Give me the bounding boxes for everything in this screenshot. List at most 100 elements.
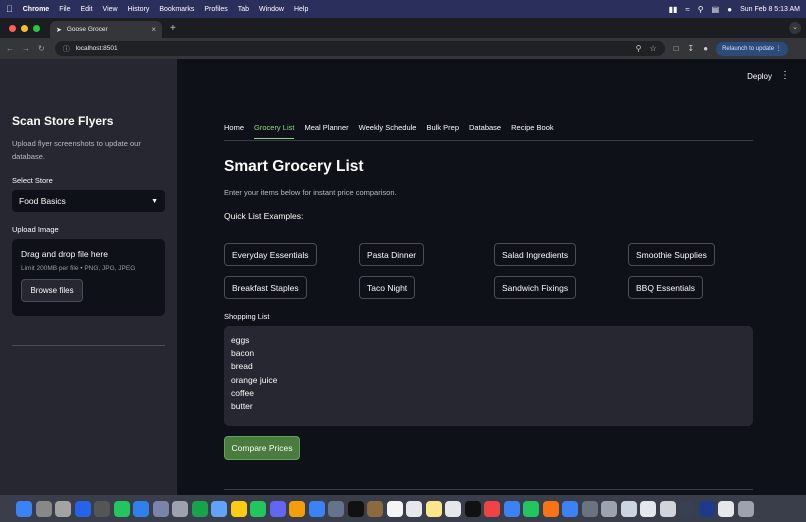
- quick-salad-ingredients-button[interactable]: Salad Ingredients: [494, 243, 577, 266]
- launchpad-icon[interactable]: [35, 500, 52, 517]
- relaunch-button[interactable]: Relaunch to update ⋮: [716, 41, 788, 56]
- excel-icon[interactable]: [191, 500, 208, 517]
- menu-window[interactable]: Window: [259, 6, 284, 13]
- app-grid-icon[interactable]: [55, 500, 71, 517]
- menu-tab[interactable]: Tab: [238, 6, 249, 13]
- tab-bar-divider: [224, 140, 753, 141]
- messages-icon[interactable]: [250, 500, 266, 517]
- chevron-down-icon[interactable]: ▼: [151, 198, 158, 205]
- extensions-icon[interactable]: □: [674, 44, 679, 53]
- minimize-window-button[interactable]: [21, 25, 28, 32]
- new-tab-icon[interactable]: +: [170, 23, 176, 34]
- address-bar[interactable]: ⓘ localhost:8501 ⚲ ☆: [54, 41, 665, 56]
- textedit-icon[interactable]: [445, 500, 461, 517]
- tab-search-chevron-icon[interactable]: ⌄: [789, 22, 801, 34]
- compare-prices-button[interactable]: Compare Prices: [224, 436, 300, 460]
- download-icon[interactable]: ↧: [688, 44, 695, 53]
- app-store-2-icon[interactable]: [562, 500, 578, 517]
- url-text[interactable]: localhost:8501: [76, 45, 118, 52]
- xcode-icon[interactable]: [152, 500, 169, 517]
- window-icon[interactable]: [698, 500, 715, 517]
- safari-icon[interactable]: [211, 500, 227, 517]
- mail-icon[interactable]: [308, 500, 325, 517]
- tab-bar: Home Grocery List Meal Planner Weekly Sc…: [224, 123, 564, 139]
- system-settings-icon[interactable]: [581, 500, 598, 517]
- news-icon[interactable]: [484, 500, 500, 517]
- tab-database[interactable]: Database: [469, 123, 501, 139]
- deploy-button[interactable]: Deploy: [747, 72, 772, 81]
- notes-icon[interactable]: [425, 500, 442, 517]
- quick-breakfast-staples-button[interactable]: Breakfast Staples: [224, 276, 307, 299]
- downloads-stack-icon[interactable]: [620, 500, 637, 517]
- main-menu-icon[interactable]: ⋮: [780, 70, 790, 81]
- site-info-icon[interactable]: ⓘ: [63, 44, 70, 54]
- apple-icon[interactable]: : [6, 4, 13, 14]
- desktop-stack-icon[interactable]: [679, 500, 695, 517]
- pycharm-icon[interactable]: [113, 500, 130, 517]
- menu-edit[interactable]: Edit: [80, 6, 92, 13]
- wifi-icon[interactable]: ≈: [685, 5, 689, 14]
- tab-home[interactable]: Home: [224, 123, 244, 139]
- control-center-icon[interactable]: ▤: [712, 5, 720, 14]
- menu-help[interactable]: Help: [294, 6, 308, 13]
- forward-icon[interactable]: →: [22, 44, 30, 53]
- zoom-window-button[interactable]: [33, 25, 40, 32]
- keynote-icon[interactable]: [503, 500, 520, 517]
- quick-sandwich-fixings-button[interactable]: Sandwich Fixings: [494, 276, 577, 299]
- profile-avatar-icon[interactable]: ●: [703, 44, 708, 53]
- tab-recipe-book[interactable]: Recipe Book: [511, 123, 554, 139]
- folder-icon[interactable]: [718, 500, 734, 517]
- close-tab-icon[interactable]: ×: [151, 25, 156, 34]
- discord-icon[interactable]: [269, 500, 286, 517]
- browser-tab[interactable]: ➤ Goose Grocer ×: [50, 21, 162, 38]
- menu-bookmarks[interactable]: Bookmarks: [159, 6, 194, 13]
- documents-stack-icon[interactable]: [640, 500, 656, 517]
- tab-weekly-schedule[interactable]: Weekly Schedule: [359, 123, 417, 139]
- clock[interactable]: Sun Feb 8 5:13 AM: [740, 6, 800, 13]
- quick-smoothie-supplies-button[interactable]: Smoothie Supplies: [628, 243, 715, 266]
- quick-bbq-essentials-button[interactable]: BBQ Essentials: [628, 276, 704, 299]
- tab-meal-planner[interactable]: Meal Planner: [304, 123, 348, 139]
- tab-grocery-list[interactable]: Grocery List: [254, 123, 295, 139]
- menu-history[interactable]: History: [128, 6, 150, 13]
- quick-taco-night-button[interactable]: Taco Night: [359, 276, 416, 299]
- finder-icon[interactable]: [16, 500, 32, 517]
- trash-icon[interactable]: [737, 500, 754, 517]
- reminders-icon[interactable]: [406, 500, 422, 517]
- pages-icon[interactable]: [542, 500, 559, 517]
- battery-icon[interactable]: ▮▮: [669, 5, 678, 14]
- menu-app-name[interactable]: Chrome: [23, 6, 49, 13]
- reload-icon[interactable]: ↻: [38, 44, 45, 53]
- notes-app-icon[interactable]: [367, 500, 383, 517]
- back-icon[interactable]: ←: [6, 44, 14, 53]
- menu-view[interactable]: View: [103, 6, 118, 13]
- preview-icon[interactable]: [172, 500, 188, 517]
- browse-files-button[interactable]: Browse files: [21, 279, 83, 302]
- menu-file[interactable]: File: [59, 6, 70, 13]
- store-select-value[interactable]: Food Basics: [19, 196, 66, 206]
- vim-icon[interactable]: [94, 500, 110, 517]
- zoom-app-icon[interactable]: [328, 500, 344, 517]
- close-window-button[interactable]: [9, 25, 16, 32]
- bookmark-star-icon[interactable]: ☆: [650, 44, 657, 53]
- zoom-icon[interactable]: ⚲: [636, 44, 642, 53]
- chrome-icon[interactable]: [230, 500, 247, 517]
- shopping-list-textarea[interactable]: eggs bacon bread orange juice coffee but…: [224, 326, 753, 426]
- screenshots-stack-icon[interactable]: [659, 500, 676, 517]
- app-store-icon[interactable]: [74, 500, 91, 517]
- calendar-icon[interactable]: [386, 500, 403, 517]
- quick-pasta-dinner-button[interactable]: Pasta Dinner: [359, 243, 425, 266]
- tab-bulk-prep[interactable]: Bulk Prep: [426, 123, 459, 139]
- vscode-icon[interactable]: [133, 500, 149, 517]
- menu-profiles[interactable]: Profiles: [204, 6, 227, 13]
- utility-icon[interactable]: [601, 500, 617, 517]
- user-icon[interactable]: ●: [727, 5, 732, 14]
- search-icon[interactable]: ⚲: [698, 5, 704, 14]
- numbers-icon[interactable]: [523, 500, 539, 517]
- quick-everyday-essentials-button[interactable]: Everyday Essentials: [224, 243, 317, 266]
- slack-icon[interactable]: [289, 500, 305, 517]
- apple-tv-icon[interactable]: [464, 500, 481, 517]
- terminal-icon[interactable]: [347, 500, 364, 517]
- store-select[interactable]: Food Basics ▼: [12, 190, 165, 212]
- file-dropzone[interactable]: Drag and drop file here Limit 200MB per …: [12, 239, 165, 316]
